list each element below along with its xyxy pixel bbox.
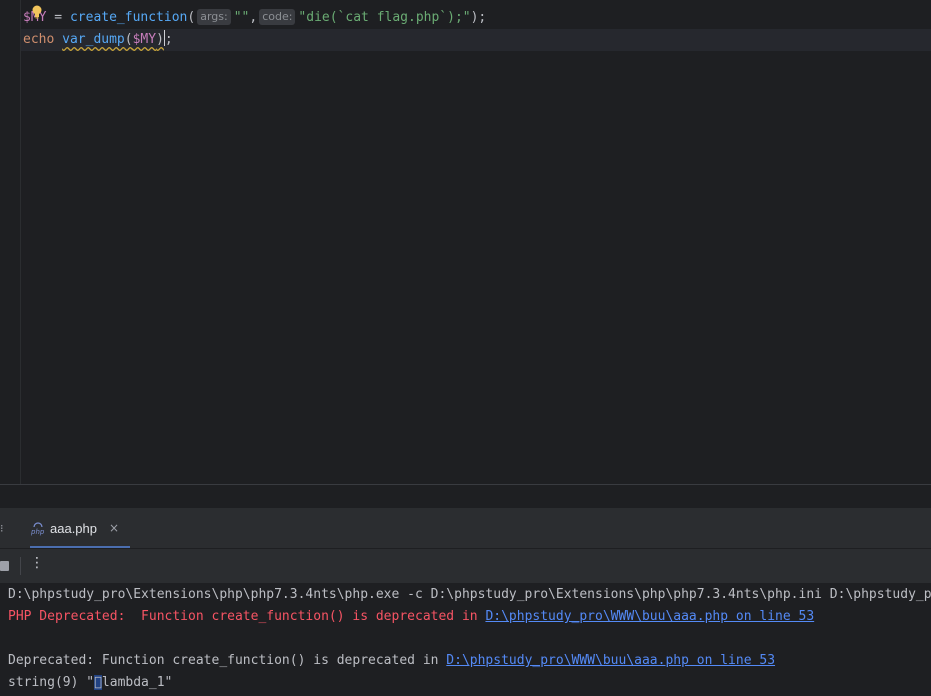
param-hint-args: args:: [197, 9, 231, 25]
options-icon[interactable]: ⁝: [0, 522, 4, 535]
code-operator: =: [46, 10, 70, 25]
code-paren: ): [156, 32, 164, 47]
svg-text:php: php: [30, 528, 45, 536]
console-error-text: PHP Deprecated: Function create_function…: [8, 609, 486, 624]
run-tab-aaa-php[interactable]: php aaa.php ×: [30, 508, 119, 548]
panel-splitter[interactable]: [0, 484, 931, 509]
code-function-name: create_function: [69, 10, 188, 25]
run-tool-header: ⁝ php aaa.php ×: [0, 508, 931, 549]
php-file-icon: php: [30, 522, 45, 536]
console-output-text: lambda_1": [101, 675, 173, 690]
console-command-line: D:\phpstudy_pro\Extensions\php\php7.3.4n…: [8, 587, 931, 602]
code-variable: $MY: [132, 32, 157, 47]
run-tab-label: aaa.php: [50, 520, 97, 536]
code-paren: (: [187, 10, 196, 25]
console-output[interactable]: D:\phpstudy_pro\Extensions\php\php7.3.4n…: [0, 583, 931, 696]
code-line-1[interactable]: $MY = create_function(args: "", code: "die(…: [23, 7, 486, 29]
code-function-name: var_dump: [62, 32, 125, 47]
console-output-line: string(9) " lambda_1": [8, 672, 172, 694]
stop-icon[interactable]: [0, 561, 9, 571]
code-paren: );: [470, 10, 487, 25]
console-deprecated-line: Deprecated: Function create_function() i…: [8, 650, 775, 672]
close-icon[interactable]: ×: [109, 521, 119, 535]
code-string: "": [233, 10, 250, 25]
editor-gutter: [0, 0, 21, 484]
param-hint-code: code:: [259, 9, 296, 25]
console-deprecated-text: Deprecated: Function create_function() i…: [8, 653, 447, 668]
more-options-icon[interactable]: ⋮: [30, 555, 44, 571]
console-output-text: string(9) ": [8, 675, 95, 690]
code-comma: ,: [249, 10, 258, 25]
code-string: "die(`cat flag.php`);": [298, 10, 471, 25]
console-selection:  : [94, 675, 102, 690]
console-error-line: PHP Deprecated: Function create_function…: [8, 606, 814, 628]
lightbulb-icon[interactable]: [31, 5, 43, 19]
code-keyword: echo: [23, 32, 55, 47]
code-editor[interactable]: $MY = create_function(args: "", code: "die(…: [0, 0, 931, 484]
run-toolbar: ⋮: [0, 549, 931, 583]
console-file-link[interactable]: D:\phpstudy_pro\WWW\buu\aaa.php on line …: [485, 609, 814, 624]
active-tab-indicator: [30, 546, 130, 548]
code-line-2[interactable]: echo var_dump($MY);: [23, 29, 173, 51]
code-semicolon: ;: [164, 32, 173, 47]
code-paren: (: [124, 32, 133, 47]
toolbar-divider: [20, 557, 21, 575]
console-file-link[interactable]: D:\phpstudy_pro\WWW\buu\aaa.php on line …: [446, 653, 775, 668]
